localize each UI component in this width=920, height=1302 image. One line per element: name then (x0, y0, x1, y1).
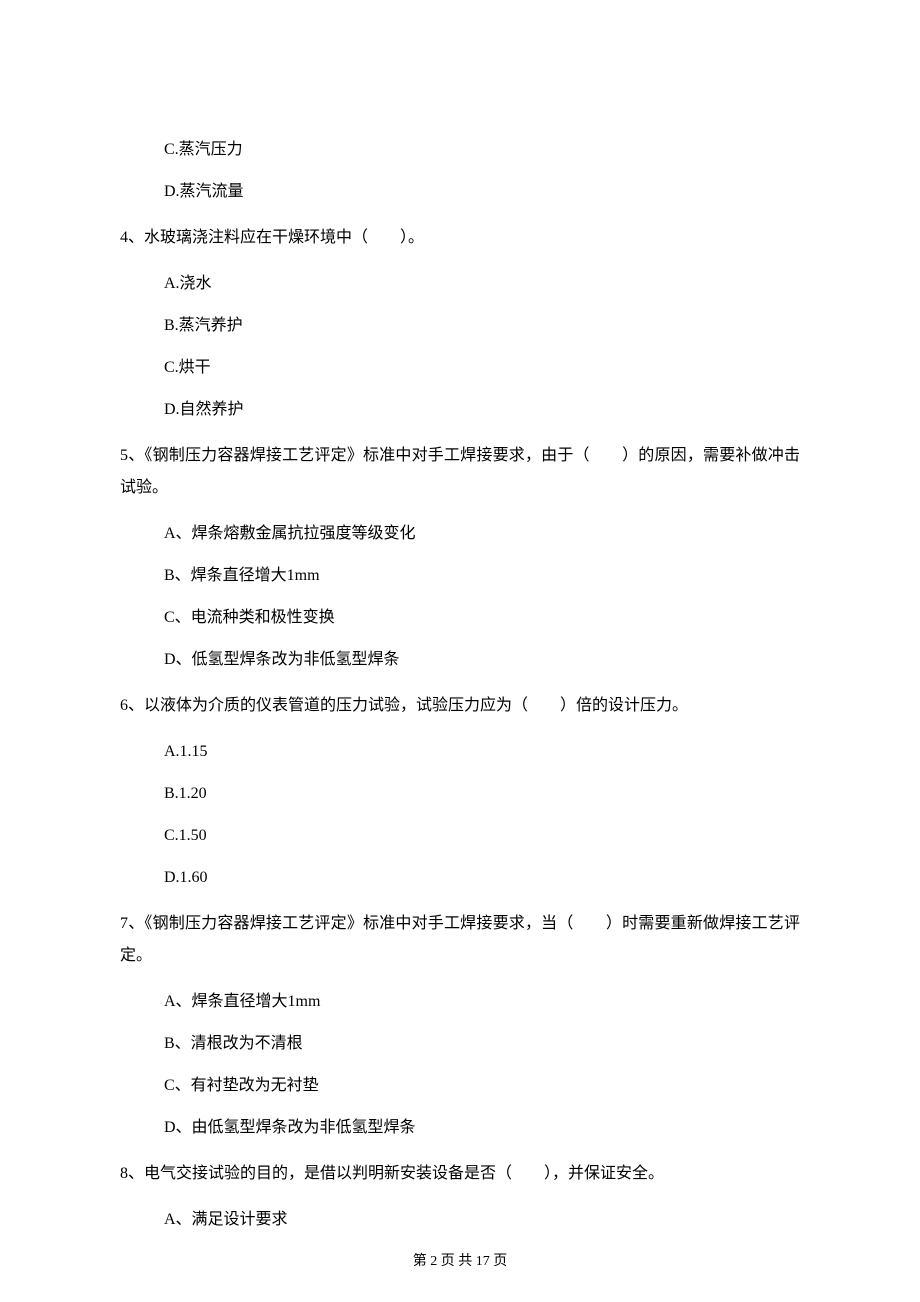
page-footer: 第 2 页 共 17 页 (0, 1251, 920, 1272)
q4-option-b: B.蒸汽养护 (120, 314, 800, 338)
q7-option-b: B、清根改为不清根 (120, 1032, 800, 1056)
q7-text: 7、《钢制压力容器焊接工艺评定》标准中对手工焊接要求，当（ ）时需要重新做焊接工… (120, 908, 800, 972)
q4-option-c: C.烘干 (120, 356, 800, 380)
q5-option-a: A、焊条熔敷金属抗拉强度等级变化 (120, 522, 800, 546)
q6-option-a: A.1.15 (120, 740, 800, 764)
q5-option-b: B、焊条直径增大1mm (120, 564, 800, 588)
q6-option-c: C.1.50 (120, 824, 800, 848)
q5-option-c: C、电流种类和极性变换 (120, 606, 800, 630)
document-page: C.蒸汽压力 D.蒸汽流量 4、水玻璃浇注料应在干燥环境中（ ）。 A.浇水 B… (0, 0, 920, 1302)
q4-option-d: D.自然养护 (120, 398, 800, 422)
q8-option-a: A、满足设计要求 (120, 1208, 800, 1232)
q4-option-a: A.浇水 (120, 272, 800, 296)
q4-text: 4、水玻璃浇注料应在干燥环境中（ ）。 (120, 222, 800, 254)
q8-text: 8、电气交接试验的目的，是借以判明新安装设备是否（ ），并保证安全。 (120, 1158, 800, 1190)
q5-text: 5、《钢制压力容器焊接工艺评定》标准中对手工焊接要求，由于（ ）的原因，需要补做… (120, 440, 800, 504)
q6-option-d: D.1.60 (120, 866, 800, 890)
q7-option-d: D、由低氢型焊条改为非低氢型焊条 (120, 1116, 800, 1140)
q5-option-d: D、低氢型焊条改为非低氢型焊条 (120, 648, 800, 672)
q3-option-c: C.蒸汽压力 (120, 138, 800, 162)
q6-option-b: B.1.20 (120, 782, 800, 806)
q7-option-c: C、有衬垫改为无衬垫 (120, 1074, 800, 1098)
q7-option-a: A、焊条直径增大1mm (120, 990, 800, 1014)
q3-option-d: D.蒸汽流量 (120, 180, 800, 204)
q6-text: 6、以液体为介质的仪表管道的压力试验，试验压力应为（ ）倍的设计压力。 (120, 690, 800, 722)
